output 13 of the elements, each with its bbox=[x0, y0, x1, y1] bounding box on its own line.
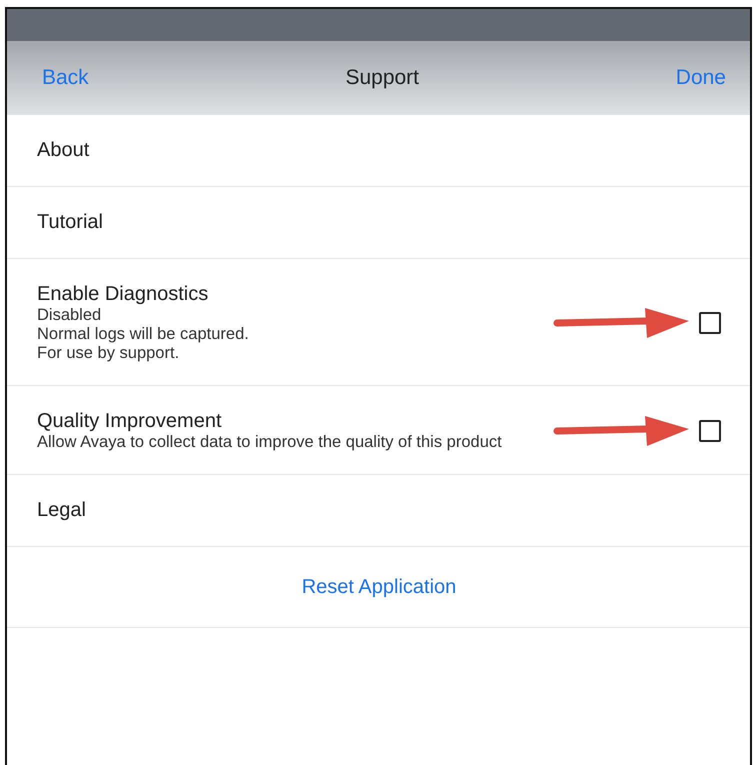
setting-description: Allow Avaya to collect data to improve the quality of this product bbox=[37, 433, 502, 452]
menu-item[interactable]: Tutorial bbox=[37, 211, 103, 234]
setting-description: For use by support. bbox=[37, 344, 180, 363]
setting-description: Normal logs will be captured. bbox=[37, 325, 249, 344]
setting-title: Quality Improvement bbox=[37, 410, 223, 433]
screen-title: Support bbox=[345, 66, 420, 90]
checkbox[interactable] bbox=[699, 312, 721, 334]
reset-link[interactable]: Reset Application bbox=[302, 576, 456, 598]
menu-item[interactable]: Legal bbox=[37, 499, 86, 522]
checkbox[interactable] bbox=[699, 420, 721, 442]
setting-description: Disabled bbox=[37, 306, 102, 325]
setting-title: Enable Diagnostics bbox=[37, 283, 210, 306]
menu-item[interactable]: About bbox=[37, 139, 90, 162]
